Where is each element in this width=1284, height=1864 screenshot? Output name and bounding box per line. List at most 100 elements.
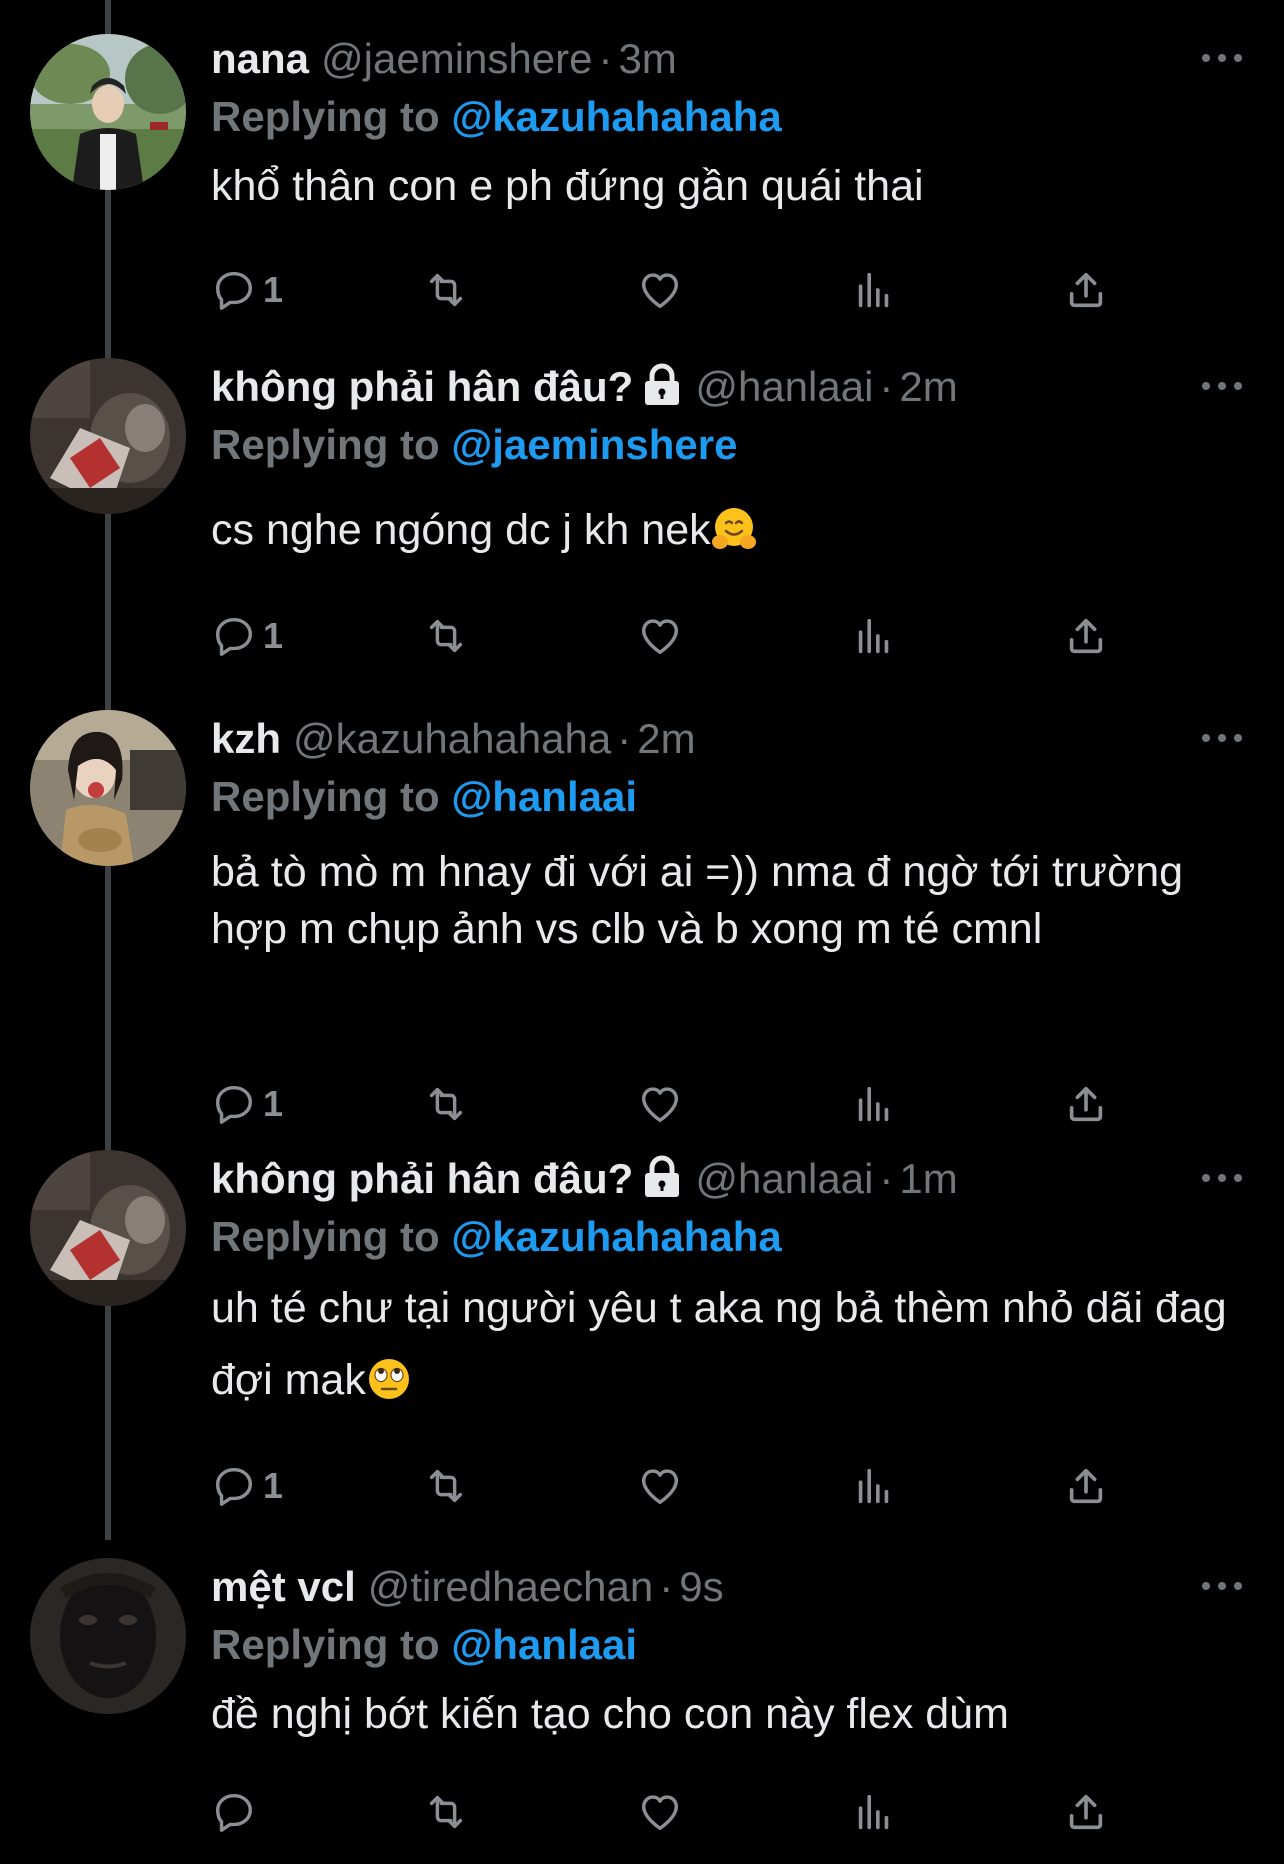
reply-button[interactable]: 1 xyxy=(211,262,283,318)
more-dots-icon[interactable] xyxy=(1200,1576,1244,1596)
views-button[interactable] xyxy=(851,262,897,318)
like-button[interactable] xyxy=(637,1458,683,1514)
heart-icon xyxy=(641,1469,679,1505)
replying-to-handle[interactable]: @kazuhahahaha xyxy=(451,1213,781,1260)
user-handle[interactable]: @hanlaai xyxy=(695,1155,873,1202)
reply-count: 1 xyxy=(263,1083,284,1124)
retweet-button[interactable] xyxy=(423,262,469,318)
share-icon xyxy=(1069,1468,1103,1504)
views-chart-icon xyxy=(858,1468,889,1504)
share-button[interactable] xyxy=(1063,608,1109,664)
tweet-text-content: uh té chư tại người yêu t aka ng bả thèm… xyxy=(211,1284,1227,1404)
tweet-text: đề nghị bớt kiến tạo cho con này flex dù… xyxy=(211,1686,1244,1743)
share-button[interactable] xyxy=(1063,1076,1109,1132)
views-button[interactable] xyxy=(851,608,897,664)
tweet-actions: 1 xyxy=(211,608,1131,664)
heart-icon xyxy=(641,1795,679,1831)
avatar[interactable] xyxy=(30,34,186,190)
replying-to-line: Replying to @kazuhahahaha xyxy=(211,88,1244,146)
timestamp[interactable]: 2m xyxy=(899,363,957,410)
separator-dot: · xyxy=(617,715,632,762)
avatar[interactable] xyxy=(30,710,186,866)
heart-icon xyxy=(641,1087,679,1123)
replying-to-handle[interactable]: @hanlaai xyxy=(451,1621,637,1668)
share-button[interactable] xyxy=(1063,1458,1109,1514)
retweet-button[interactable] xyxy=(423,1076,469,1132)
views-chart-icon xyxy=(858,272,889,308)
share-icon xyxy=(1069,618,1103,654)
heart-icon xyxy=(641,619,679,655)
tweet-actions xyxy=(211,1784,1131,1840)
avatar[interactable] xyxy=(30,1558,186,1714)
separator-dot: · xyxy=(879,1155,894,1202)
avatar[interactable] xyxy=(30,358,186,514)
reply-button[interactable]: 1 xyxy=(211,1076,283,1132)
replying-to-handle[interactable]: @kazuhahahaha xyxy=(451,93,781,140)
lock-icon xyxy=(645,363,680,405)
tweet-text-content: bả tò mò m hnay đi với ai =)) nma đ ngờ … xyxy=(211,848,1184,953)
eye-roll-emoji xyxy=(368,1359,409,1399)
replying-to-label: Replying to xyxy=(211,1213,440,1260)
reply-button[interactable]: 1 xyxy=(211,608,283,664)
views-button[interactable] xyxy=(851,1784,897,1840)
timestamp[interactable]: 3m xyxy=(618,35,676,82)
views-chart-icon xyxy=(858,618,889,654)
tweet-actions: 1 xyxy=(211,262,1131,318)
tweet-text: bả tò mò m hnay đi với ai =)) nma đ ngờ … xyxy=(211,844,1244,958)
replying-to-handle[interactable]: @jaeminshere xyxy=(451,421,737,468)
user-handle[interactable]: @jaeminshere xyxy=(321,35,592,82)
tweet-text-content: đề nghị bớt kiến tạo cho con này flex dù… xyxy=(211,1690,1009,1738)
like-button[interactable] xyxy=(637,262,683,318)
reply-button[interactable]: 1 xyxy=(211,1458,283,1514)
display-name[interactable]: không phải hân đâu? xyxy=(211,363,633,410)
tweet-header: kzh @kazuhahahaha · 2m xyxy=(211,710,1244,768)
tweet-text: cs nghe ngóng dc j kh nek xyxy=(211,494,1244,566)
tweet-header: mệt vcl @tiredhaechan · 9s xyxy=(211,1558,1244,1616)
display-name[interactable]: kzh xyxy=(211,715,281,762)
timestamp[interactable]: 9s xyxy=(679,1563,723,1610)
replying-to-label: Replying to xyxy=(211,1621,440,1668)
user-handle[interactable]: @tiredhaechan xyxy=(368,1563,654,1610)
more-dots-icon[interactable] xyxy=(1200,48,1244,68)
share-icon xyxy=(1069,272,1103,308)
tweet-header: không phải hân đâu? @hanlaai · 2m xyxy=(211,358,1244,416)
views-button[interactable] xyxy=(851,1076,897,1132)
views-chart-icon xyxy=(858,1794,889,1830)
reply-count: 1 xyxy=(263,615,284,656)
separator-dot: · xyxy=(659,1563,674,1610)
reply-count: 1 xyxy=(263,1465,284,1506)
like-button[interactable] xyxy=(637,1784,683,1840)
reply-count: 1 xyxy=(263,269,284,310)
retweet-button[interactable] xyxy=(423,1458,469,1514)
heart-icon xyxy=(641,273,679,309)
more-dots-icon[interactable] xyxy=(1200,728,1244,748)
retweet-button[interactable] xyxy=(423,1784,469,1840)
replying-to-handle[interactable]: @hanlaai xyxy=(451,773,637,820)
retweet-button[interactable] xyxy=(423,608,469,664)
display-name[interactable]: không phải hân đâu? xyxy=(211,1155,633,1202)
more-dots-icon[interactable] xyxy=(1200,376,1244,396)
person-photo-icon xyxy=(30,1558,186,1714)
separator-dot: · xyxy=(879,363,894,410)
avatar[interactable] xyxy=(30,1150,186,1306)
more-dots-icon[interactable] xyxy=(1200,1168,1244,1188)
tweet-text-content: cs nghe ngóng dc j kh nek xyxy=(211,506,711,554)
share-button[interactable] xyxy=(1063,1784,1109,1840)
replying-to-label: Replying to xyxy=(211,421,440,468)
display-name[interactable]: mệt vcl xyxy=(211,1563,356,1610)
reply-bubble-icon xyxy=(215,1793,253,1832)
timestamp[interactable]: 1m xyxy=(899,1155,957,1202)
views-button[interactable] xyxy=(851,1458,897,1514)
like-button[interactable] xyxy=(637,608,683,664)
share-icon xyxy=(1069,1794,1103,1830)
user-handle[interactable]: @kazuhahahaha xyxy=(293,715,611,762)
like-button[interactable] xyxy=(637,1076,683,1132)
person-photo-icon xyxy=(30,358,186,514)
share-button[interactable] xyxy=(1063,262,1109,318)
retweet-icon xyxy=(429,1469,463,1503)
user-handle[interactable]: @hanlaai xyxy=(695,363,873,410)
reply-button[interactable] xyxy=(211,1784,263,1840)
reply-bubble-icon xyxy=(215,1467,253,1506)
display-name[interactable]: nana xyxy=(211,35,309,82)
timestamp[interactable]: 2m xyxy=(637,715,695,762)
